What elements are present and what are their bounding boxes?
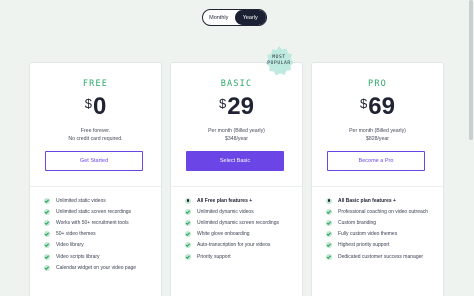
- feature-text: Unlimited dynamic screen recordings: [197, 219, 279, 226]
- feature-list: All Basic plan features + Professional c…: [326, 195, 438, 262]
- feature-text: Fully custom video themes: [338, 231, 398, 238]
- plan-card-pro: PRO $69 Per month (Billed yearly) $828/y…: [311, 62, 444, 296]
- price-subnote: No credit card required.: [68, 136, 123, 142]
- feature-item: Auto-transcription for your videos: [185, 240, 297, 251]
- check-icon: [185, 208, 191, 215]
- feature-item: Dedicated customer success manager: [326, 251, 438, 262]
- plan-name: BASIC: [220, 79, 253, 89]
- feature-item: Video library: [44, 240, 156, 251]
- feature-item: Custom branding: [326, 217, 438, 228]
- check-icon: [44, 219, 50, 226]
- check-icon: [326, 253, 332, 260]
- price-amount: 69: [368, 93, 395, 120]
- price-note: Per month (Billed yearly): [349, 128, 406, 134]
- badge-text: MOST POPULAR: [267, 55, 291, 66]
- price-note: Free forever.: [80, 128, 111, 134]
- feature-item: White glove onboarding: [185, 229, 297, 240]
- feature-item: 50+ video themes: [44, 229, 156, 240]
- feature-item: Priority support: [185, 251, 297, 262]
- feature-item: All Free plan features +: [185, 195, 297, 206]
- billing-toggle[interactable]: Monthly Yearly: [202, 9, 267, 26]
- price-note: Per month (Billed yearly): [208, 128, 265, 134]
- feature-item: All Basic plan features +: [326, 195, 438, 206]
- price-subnote: $828/year: [365, 136, 390, 142]
- plan-card-basic: BASIC $29 Per month (Billed yearly) $348…: [170, 62, 303, 296]
- divider: [312, 186, 443, 187]
- currency-symbol: $: [360, 96, 368, 111]
- plan-name: PRO: [368, 79, 387, 89]
- check-icon: [44, 208, 50, 215]
- toggle-monthly[interactable]: Monthly: [203, 10, 235, 25]
- toggle-yearly[interactable]: Yearly: [234, 10, 266, 25]
- feature-text: Unlimited dynamic videos: [197, 208, 254, 215]
- price-amount: 0: [92, 93, 107, 120]
- most-popular-badge: MOST POPULAR: [263, 45, 295, 77]
- feature-item: Unlimited static screen recordings: [44, 206, 156, 217]
- become-a-pro-button[interactable]: Become a Pro: [327, 151, 425, 171]
- check-icon: [44, 264, 50, 271]
- feature-list: Unlimited static videos Unlimited static…: [44, 195, 156, 273]
- divider: [171, 186, 302, 187]
- check-icon: [44, 242, 50, 249]
- plan-name: FREE: [82, 79, 109, 89]
- feature-text: 50+ video themes: [56, 231, 96, 238]
- currency-symbol: $: [84, 96, 92, 111]
- feature-text: Video library: [56, 242, 84, 249]
- feature-text: Calendar widget on your video page: [56, 264, 137, 271]
- feature-text: Auto-transcription for your videos: [197, 242, 271, 249]
- check-icon: [185, 242, 191, 249]
- feature-text: All Basic plan features +: [338, 197, 396, 204]
- check-icon: [326, 231, 332, 238]
- feature-text: Priority support: [197, 253, 231, 260]
- feature-item: Professional coaching on video outreach: [326, 206, 438, 217]
- feature-text: Unlimited static videos: [56, 197, 106, 204]
- check-icon: [44, 253, 50, 260]
- feature-text: All Free plan features +: [197, 197, 253, 204]
- plan-price: $29: [171, 93, 302, 121]
- plan-price: $69: [312, 93, 443, 121]
- check-icon: [44, 231, 50, 238]
- feature-text: Unlimited static screen recordings: [56, 208, 132, 215]
- check-icon: [326, 219, 332, 226]
- plan-price: $0: [30, 93, 161, 121]
- feature-item: Calendar widget on your video page: [44, 262, 156, 273]
- feature-item: Unlimited dynamic screen recordings: [185, 217, 297, 228]
- feature-item: Unlimited static videos: [44, 195, 156, 206]
- feature-text: Dedicated customer success manager: [338, 253, 424, 260]
- feature-text: Works with 50+ recruitment tools: [56, 219, 129, 226]
- currency-symbol: $: [219, 96, 227, 111]
- feature-item: Fully custom video themes: [326, 229, 438, 240]
- divider: [30, 186, 161, 187]
- feature-item: Unlimited dynamic videos: [185, 206, 297, 217]
- check-icon: [326, 208, 332, 215]
- price-amount: 29: [227, 93, 254, 120]
- feature-item: Works with 50+ recruitment tools: [44, 217, 156, 228]
- feature-text: Video scripts library: [56, 253, 100, 260]
- feature-item: Highest priority support: [326, 240, 438, 251]
- check-icon: [326, 242, 332, 249]
- feature-list: All Free plan features + Unlimited dynam…: [185, 195, 297, 262]
- feature-text: Custom branding: [338, 219, 377, 226]
- check-icon: [185, 253, 191, 260]
- check-icon: [185, 219, 191, 226]
- price-subnote: $348/year: [224, 136, 249, 142]
- plan-card-free: FREE $0 Free forever. No credit card req…: [29, 62, 162, 296]
- get-started-button[interactable]: Get Started: [45, 151, 143, 171]
- bullet-dot-icon: [185, 197, 191, 204]
- check-icon: [44, 197, 50, 204]
- feature-text: Highest priority support: [338, 242, 390, 249]
- select-basic-button[interactable]: Select Basic: [186, 151, 284, 171]
- feature-text: White glove onboarding: [197, 231, 250, 238]
- check-icon: [185, 231, 191, 238]
- feature-item: Video scripts library: [44, 251, 156, 262]
- page-scrollbar[interactable]: [469, 0, 473, 140]
- bullet-dot-icon: [326, 197, 332, 204]
- feature-text: Professional coaching on video outreach: [338, 208, 429, 215]
